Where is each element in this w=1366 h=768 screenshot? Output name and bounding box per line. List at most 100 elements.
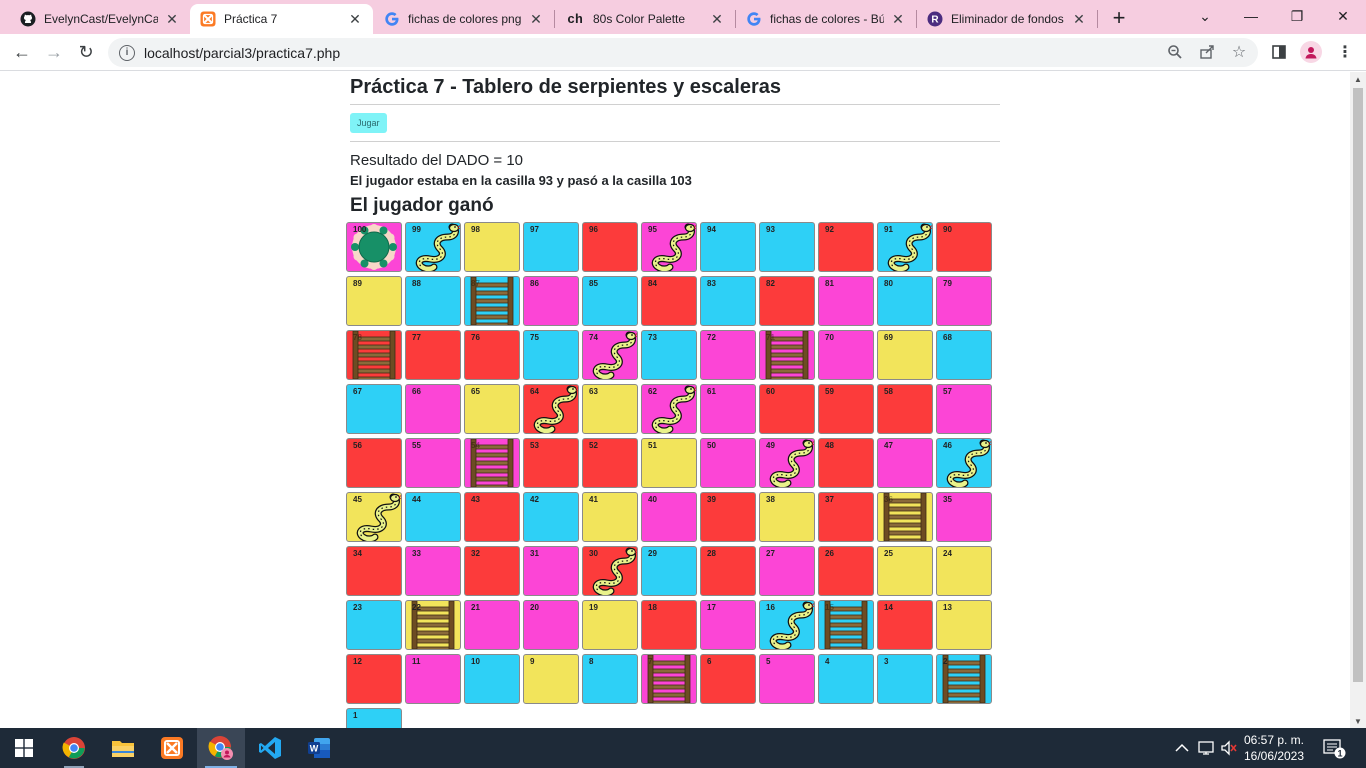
- minimize-button[interactable]: —: [1228, 4, 1274, 28]
- tab-search-button[interactable]: ⌄: [1182, 4, 1228, 28]
- scroll-down-arrow[interactable]: ▼: [1350, 714, 1366, 728]
- cell-number: 52: [589, 441, 598, 450]
- notification-center-button[interactable]: 1: [1322, 728, 1346, 768]
- page-viewport: Práctica 7 - Tablero de serpientes y esc…: [0, 72, 1350, 728]
- board-cell-74: 74: [582, 330, 638, 380]
- xampp-taskbar-button[interactable]: [148, 728, 196, 768]
- cell-number: 59: [825, 387, 834, 396]
- word-taskbar-button[interactable]: W: [295, 728, 343, 768]
- cell-number: 66: [412, 387, 421, 396]
- board-cell-11: 11: [405, 654, 461, 704]
- tab-label: Eliminador de fondos: [951, 12, 1064, 26]
- scrollbar-thumb[interactable]: [1353, 88, 1363, 682]
- chrome-profile-taskbar-button[interactable]: [197, 728, 245, 768]
- board-cell-85: 85: [582, 276, 638, 326]
- chrome-taskbar-button[interactable]: [50, 728, 98, 768]
- dice-result: Resultado del DADO = 10: [350, 152, 524, 169]
- bookmark-star-icon[interactable]: ☆: [1230, 43, 1248, 61]
- cell-number: 64: [530, 387, 539, 396]
- cell-number: 89: [353, 279, 362, 288]
- board-cell-70: 70: [818, 330, 874, 380]
- back-button[interactable]: ←: [8, 38, 36, 66]
- cell-number: 70: [825, 333, 834, 342]
- cell-number: 17: [707, 603, 716, 612]
- board-cell-88: 88: [405, 276, 461, 326]
- menu-kebab-icon[interactable]: ⋮: [1334, 41, 1356, 63]
- restore-button[interactable]: ❐: [1274, 4, 1320, 28]
- main-content: Práctica 7 - Tablero de serpientes y esc…: [350, 72, 1000, 218]
- cell-number: 95: [648, 225, 657, 234]
- play-button[interactable]: Jugar: [350, 113, 387, 133]
- close-icon[interactable]: ✕: [890, 11, 906, 27]
- board-cell-64: 64: [523, 384, 579, 434]
- cell-number: 25: [884, 549, 893, 558]
- cell-number: 67: [353, 387, 362, 396]
- board-cell-100: 100: [346, 222, 402, 272]
- board-cell-60: 60: [759, 384, 815, 434]
- system-clock[interactable]: 06:57 p. m. 16/06/2023: [1240, 732, 1308, 764]
- tab-80s-palette[interactable]: ch 80s Color Palette ✕: [555, 4, 735, 34]
- cell-number: 63: [589, 387, 598, 396]
- cell-number: 88: [412, 279, 421, 288]
- reload-button[interactable]: ↻: [72, 38, 100, 66]
- cell-number: 86: [530, 279, 539, 288]
- divider: [350, 104, 1000, 105]
- page-scrollbar[interactable]: ▲ ▼: [1350, 72, 1366, 728]
- board-cell-33: 33: [405, 546, 461, 596]
- board-cell-39: 39: [700, 492, 756, 542]
- url-text: localhost/parcial3/practica7.php: [144, 44, 341, 61]
- board-cell-27: 27: [759, 546, 815, 596]
- cell-number: 87: [471, 279, 480, 288]
- cell-number: 76: [471, 333, 480, 342]
- board-cell-38: 38: [759, 492, 815, 542]
- close-icon[interactable]: ✕: [528, 11, 544, 27]
- tab-eliminador-fondos[interactable]: R Eliminador de fondos ✕: [917, 4, 1097, 34]
- file-explorer-button[interactable]: [99, 728, 147, 768]
- close-icon[interactable]: ✕: [347, 11, 363, 27]
- svg-text:R: R: [931, 15, 939, 26]
- board-cell-14: 14: [877, 600, 933, 650]
- close-icon[interactable]: ✕: [1071, 11, 1087, 27]
- board-cell-48: 48: [818, 438, 874, 488]
- cell-number: 36: [884, 495, 893, 504]
- board-cell-22: 22: [405, 600, 461, 650]
- cell-number: 99: [412, 225, 421, 234]
- new-tab-button[interactable]: +: [1106, 5, 1132, 31]
- cell-number: 44: [412, 495, 421, 504]
- tab-github[interactable]: EvelynCast/EvelynCast ✕: [10, 4, 190, 34]
- forward-button[interactable]: →: [40, 38, 68, 66]
- board-cell-36: 36: [877, 492, 933, 542]
- side-panel-icon[interactable]: [1268, 41, 1290, 63]
- board-cell-71: 71: [759, 330, 815, 380]
- show-hidden-icons-button[interactable]: [1175, 728, 1189, 768]
- address-bar[interactable]: i localhost/parcial3/practica7.php: [108, 38, 1258, 67]
- board-cell-67: 67: [346, 384, 402, 434]
- share-icon[interactable]: [1198, 43, 1216, 61]
- start-button[interactable]: [0, 728, 48, 768]
- board-cell-46: 46: [936, 438, 992, 488]
- tab-practica7[interactable]: Práctica 7 ✕: [190, 4, 373, 34]
- close-icon[interactable]: ✕: [709, 11, 725, 27]
- board-cell-83: 83: [700, 276, 756, 326]
- vscode-taskbar-button[interactable]: [246, 728, 294, 768]
- cell-number: 51: [648, 441, 657, 450]
- board-cell-20: 20: [523, 600, 579, 650]
- board-cell-1: 1: [346, 708, 402, 728]
- tab-fichas-busqueda[interactable]: fichas de colores - Bús ✕: [736, 4, 916, 34]
- site-info-icon[interactable]: i: [119, 44, 135, 61]
- tab-label: 80s Color Palette: [593, 12, 686, 26]
- network-icon[interactable]: [1198, 728, 1216, 768]
- zoom-icon[interactable]: [1166, 43, 1184, 61]
- close-window-button[interactable]: ✕: [1320, 4, 1366, 28]
- board-cell-37: 37: [818, 492, 874, 542]
- volume-muted-icon[interactable]: [1220, 728, 1238, 768]
- cell-number: 37: [825, 495, 834, 504]
- cell-number: 8: [589, 657, 594, 666]
- close-icon[interactable]: ✕: [164, 11, 180, 27]
- profile-avatar[interactable]: [1300, 41, 1322, 63]
- cell-number: 91: [884, 225, 893, 234]
- board-cell-30: 30: [582, 546, 638, 596]
- scroll-up-arrow[interactable]: ▲: [1350, 72, 1366, 86]
- tab-fichas-png[interactable]: fichas de colores png ✕: [374, 4, 554, 34]
- cell-number: 100: [353, 225, 367, 234]
